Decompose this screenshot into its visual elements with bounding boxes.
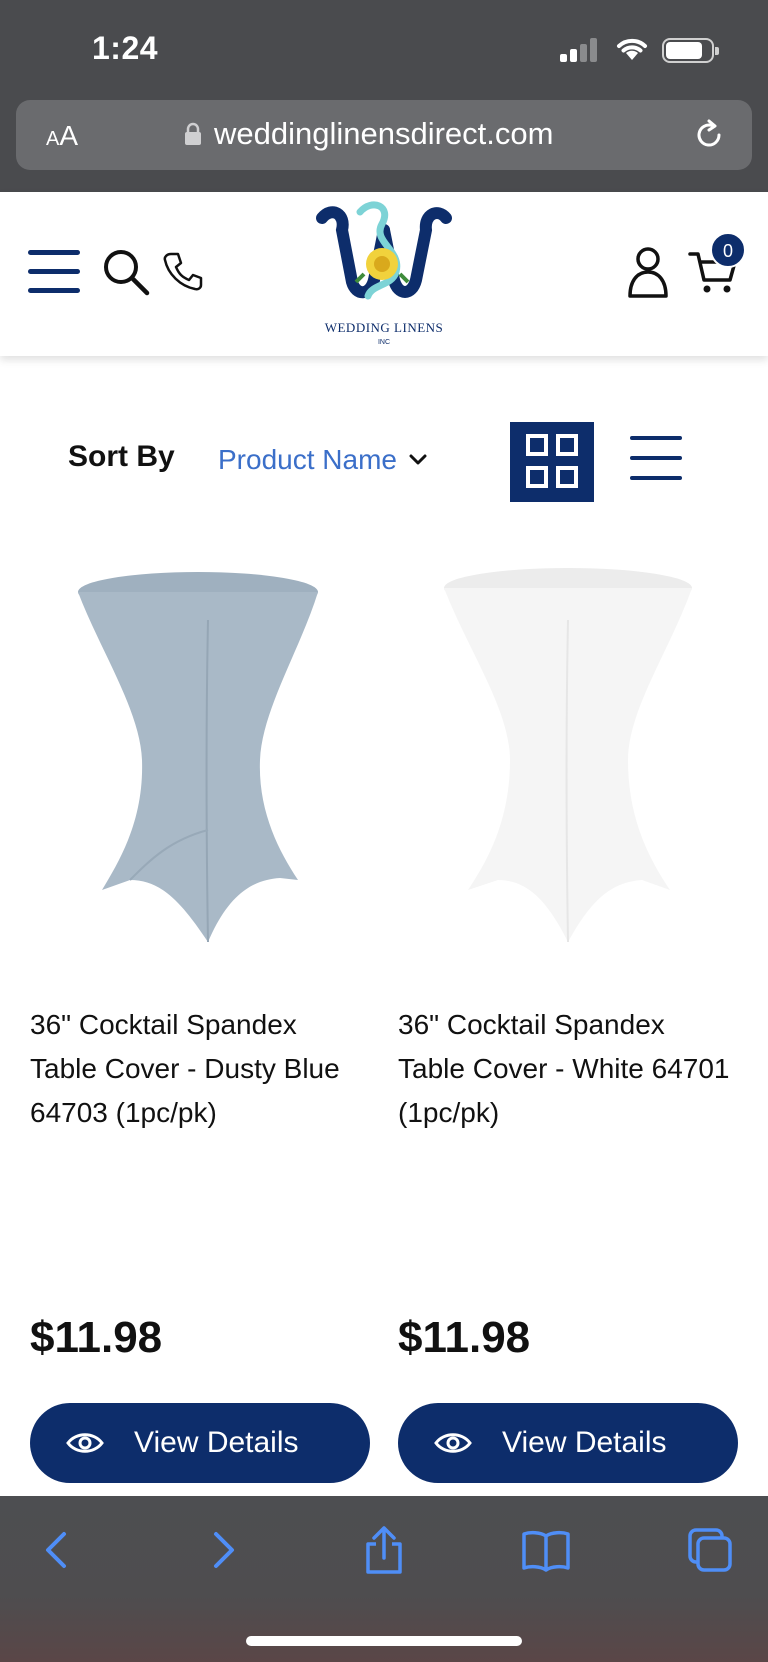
forward-icon[interactable] (198, 1526, 246, 1574)
reload-icon[interactable] (692, 118, 726, 152)
home-indicator[interactable] (246, 1636, 522, 1646)
status-time: 1:24 (92, 30, 159, 66)
eye-icon (434, 1433, 472, 1453)
view-details-button[interactable]: View Details (398, 1403, 738, 1483)
logo-text: WEDDING LINENS (324, 320, 444, 335)
cellular-signal-icon (560, 38, 600, 62)
search-icon[interactable] (102, 248, 150, 296)
view-details-button[interactable]: View Details (30, 1403, 370, 1483)
product-title[interactable]: 36" Cocktail Spandex Table Cover - Dusty… (30, 1003, 370, 1303)
view-details-label: View Details (134, 1426, 299, 1459)
browser-chrome: 1:24 AA weddinglinensdirect.com (0, 0, 768, 192)
product-price: $11.98 (30, 1313, 163, 1362)
chevron-down-icon (409, 454, 427, 465)
product-card[interactable]: 36" Cocktail Spandex Table Cover - White… (398, 560, 738, 1483)
logo-subtext: INC (377, 339, 391, 346)
bookmarks-icon[interactable] (522, 1526, 570, 1574)
product-image[interactable] (398, 560, 738, 960)
grid-view-button[interactable] (510, 422, 594, 502)
product-title[interactable]: 36" Cocktail Spandex Table Cover - White… (398, 1003, 738, 1303)
lock-icon (185, 122, 201, 145)
sort-selected-value: Product Name (218, 444, 397, 475)
account-icon[interactable] (626, 246, 670, 298)
back-icon[interactable] (34, 1526, 82, 1574)
cart-count-badge: 0 (710, 232, 746, 268)
product-card[interactable]: 36" Cocktail Spandex Table Cover - Dusty… (30, 560, 370, 1483)
grid-view-icon (526, 434, 578, 488)
sort-select[interactable]: Product Name (218, 444, 427, 476)
address-bar[interactable]: AA weddinglinensdirect.com (16, 100, 752, 170)
list-view-button[interactable] (630, 436, 682, 484)
product-price: $11.98 (398, 1313, 531, 1362)
battery-icon (662, 38, 719, 63)
wifi-icon (617, 38, 647, 60)
tabs-icon[interactable] (686, 1526, 734, 1574)
sort-toolbar: Sort By Product Name (0, 410, 768, 510)
share-icon[interactable] (360, 1526, 408, 1574)
view-details-label: View Details (502, 1426, 667, 1459)
menu-icon[interactable] (28, 250, 80, 294)
text-size-button[interactable]: AA (46, 120, 78, 152)
product-image[interactable] (30, 560, 370, 960)
site-logo[interactable]: WEDDING LINENS INC (312, 200, 456, 346)
site-header: WEDDING LINENS INC 0 (0, 192, 768, 356)
browser-toolbar (0, 1496, 768, 1662)
eye-icon (66, 1433, 104, 1453)
logo-monogram-icon (316, 201, 452, 300)
url-text[interactable]: weddinglinensdirect.com (214, 116, 553, 152)
sort-label: Sort By (68, 440, 175, 473)
phone-icon[interactable] (162, 250, 204, 292)
